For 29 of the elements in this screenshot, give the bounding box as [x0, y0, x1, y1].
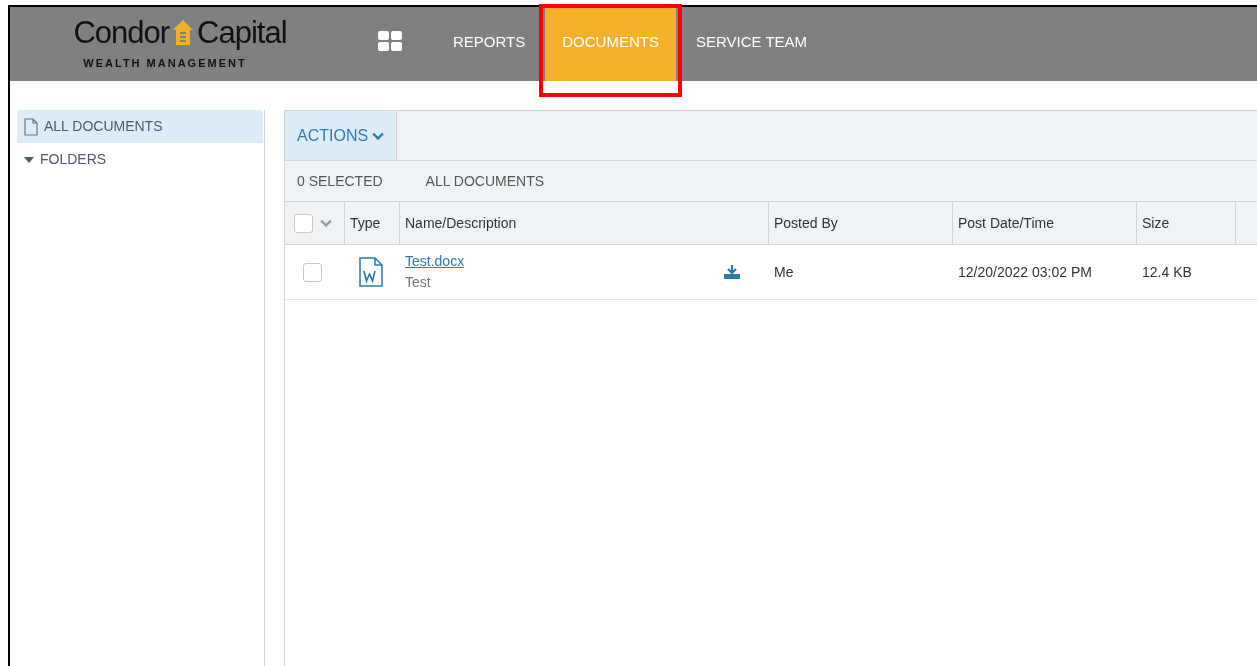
logo-text: Condor — [73, 15, 170, 51]
grid-icon[interactable] — [378, 31, 402, 51]
sidebar-item[interactable]: FOLDERS — [17, 143, 263, 176]
checkbox[interactable] — [303, 262, 322, 282]
word-document-icon — [359, 257, 383, 287]
actions-button[interactable]: ACTIONS — [285, 111, 398, 160]
filter-label: ALL DOCUMENTS — [425, 171, 545, 191]
logo-text: Capital — [197, 15, 287, 51]
house-icon — [172, 19, 195, 47]
checkbox[interactable] — [294, 213, 313, 233]
nav-tab[interactable]: SERVICE TEAM — [678, 7, 825, 81]
chevron-down-icon — [372, 131, 385, 140]
chevron-down-icon — [320, 219, 332, 227]
sidebar-item[interactable]: ALL DOCUMENTS — [17, 110, 263, 143]
nav-tab[interactable]: REPORTS — [436, 7, 543, 81]
file-link[interactable]: Test.docx — [405, 251, 465, 272]
table-cell: 12/20/2022 03:02 PM — [953, 245, 1137, 300]
file-description: Test — [405, 273, 432, 292]
column-header[interactable]: Size — [1137, 202, 1236, 245]
column-header[interactable]: Posted By — [769, 202, 953, 245]
column-header[interactable]: Type — [345, 202, 400, 245]
column-header[interactable]: Post Date/Time — [953, 202, 1137, 245]
table-cell: Me — [769, 245, 953, 300]
document-icon — [24, 117, 38, 136]
logo-tagline: WEALTH MANAGEMENT — [83, 56, 247, 71]
selected-count: 0 SELECTED — [297, 171, 383, 191]
table-cell: 12.4 KB — [1137, 245, 1236, 300]
download-icon[interactable] — [724, 265, 740, 279]
column-header[interactable]: Name/Description — [400, 202, 769, 245]
